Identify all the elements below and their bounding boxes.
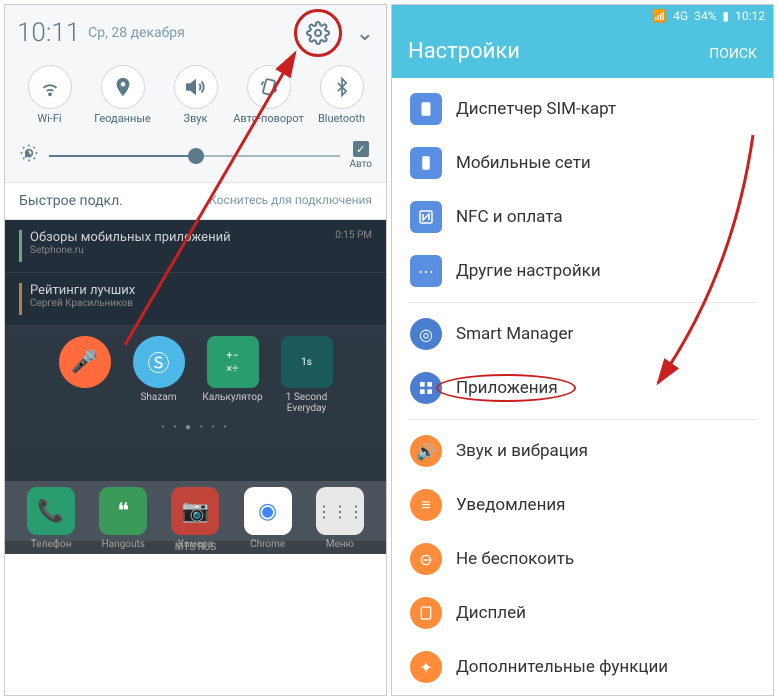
signal-icon: 📶 — [652, 9, 667, 23]
settings-item-apps[interactable]: Приложения — [392, 361, 773, 415]
toggle-sound[interactable]: Звук — [159, 65, 232, 125]
settings-item-mobile[interactable]: Мобильные сети — [392, 136, 773, 190]
auto-brightness-checkbox[interactable]: ✓ Авто — [350, 141, 373, 170]
settings-button[interactable] — [298, 13, 338, 53]
toggle-wifi[interactable]: Wi-Fi — [13, 65, 86, 125]
toggle-bluetooth[interactable]: Bluetooth — [305, 65, 378, 125]
display-icon — [418, 605, 434, 621]
gear-icon — [306, 21, 330, 45]
notifications-area: Обзоры мобильных приложений Setphone.ru … — [5, 220, 386, 326]
status-bar: 📶 4G 34% ▮ 10:12 — [392, 5, 773, 27]
location-icon — [112, 76, 134, 98]
quick-connect-title: Быстрое подкл. — [19, 193, 123, 209]
clock-time: 10:11 — [17, 18, 80, 48]
toggle-rotate[interactable]: Авто-поворот — [232, 65, 305, 125]
notification-item[interactable]: Обзоры мобильных приложений Setphone.ru … — [5, 220, 386, 273]
home-screen-dimmed: 🎤 ⓈShazam +−×÷Калькулятор 1s1 Second Eve… — [5, 326, 386, 554]
expand-chevron-icon[interactable]: ⌄ — [356, 21, 374, 46]
app-icon-shazam[interactable]: ⓈShazam — [129, 336, 189, 414]
search-button[interactable]: ПОИСК — [709, 46, 757, 62]
settings-item-dnd[interactable]: ⊖Не беспокоить — [392, 532, 773, 586]
quick-toggles-row: Wi-Fi Геоданные Звук Авто-поворот Blueto… — [5, 61, 386, 135]
brightness-slider[interactable] — [49, 144, 340, 168]
settings-item-nfc[interactable]: NFC и оплата — [392, 190, 773, 244]
settings-item-sim[interactable]: Диспетчер SIM-карт — [392, 82, 773, 136]
wifi-icon — [39, 76, 61, 98]
page-indicator: • • ● • • • — [5, 422, 386, 433]
settings-item-smart[interactable]: ◎Smart Manager — [392, 307, 773, 361]
settings-title: Настройки — [408, 39, 520, 64]
notification-panel-screenshot: 10:11 Ср, 28 декабря ⌄ Wi-Fi Геоданные З… — [4, 4, 387, 696]
notification-item[interactable]: Рейтинги лучших Сергей Красильников — [5, 273, 386, 326]
settings-header: Настройки ПОИСК — [392, 27, 773, 78]
notification-topbar: 10:11 Ср, 28 декабря ⌄ — [5, 5, 386, 61]
toggle-location[interactable]: Геоданные — [86, 65, 159, 125]
settings-item-display[interactable]: Дисплей — [392, 586, 773, 640]
app-icon-calc[interactable]: +−×÷Калькулятор — [203, 336, 263, 414]
battery-icon: ▮ — [723, 9, 730, 23]
sim-icon — [417, 100, 435, 118]
bluetooth-icon — [332, 77, 352, 97]
clock-date: Ср, 28 декабря — [88, 25, 185, 41]
svg-text:A: A — [26, 150, 31, 158]
sound-icon — [185, 76, 207, 98]
quick-connect-row[interactable]: Быстрое подкл. Коснитесь для подключения — [5, 183, 386, 220]
settings-list: Диспетчер SIM-карт Мобильные сети NFC и … — [392, 78, 773, 696]
settings-screenshot: 📶 4G 34% ▮ 10:12 Настройки ПОИСК Диспетч… — [391, 4, 774, 696]
settings-item-more[interactable]: ⋯Другие настройки — [392, 244, 773, 298]
settings-item-notif[interactable]: ≡Уведомления — [392, 478, 773, 532]
status-time: 10:12 — [735, 9, 765, 23]
app-icon-voice[interactable]: 🎤 — [55, 336, 115, 414]
rotate-icon — [258, 76, 280, 98]
carrier-label: MTS RUS — [5, 541, 386, 554]
mobile-icon — [417, 154, 435, 172]
apps-icon — [418, 380, 434, 396]
network-label: 4G — [673, 9, 688, 23]
app-icon-1se[interactable]: 1s1 Second Everyday — [277, 336, 337, 414]
nfc-icon — [417, 208, 435, 226]
settings-item-adv[interactable]: ✦Дополнительные функции — [392, 640, 773, 694]
brightness-row: A ✓ Авто — [5, 135, 386, 183]
quick-connect-hint: Коснитесь для подключения — [209, 193, 372, 209]
brightness-icon: A — [19, 143, 39, 168]
battery-label: 34% — [694, 9, 716, 23]
settings-item-sound[interactable]: 🔊Звук и вибрация — [392, 424, 773, 478]
